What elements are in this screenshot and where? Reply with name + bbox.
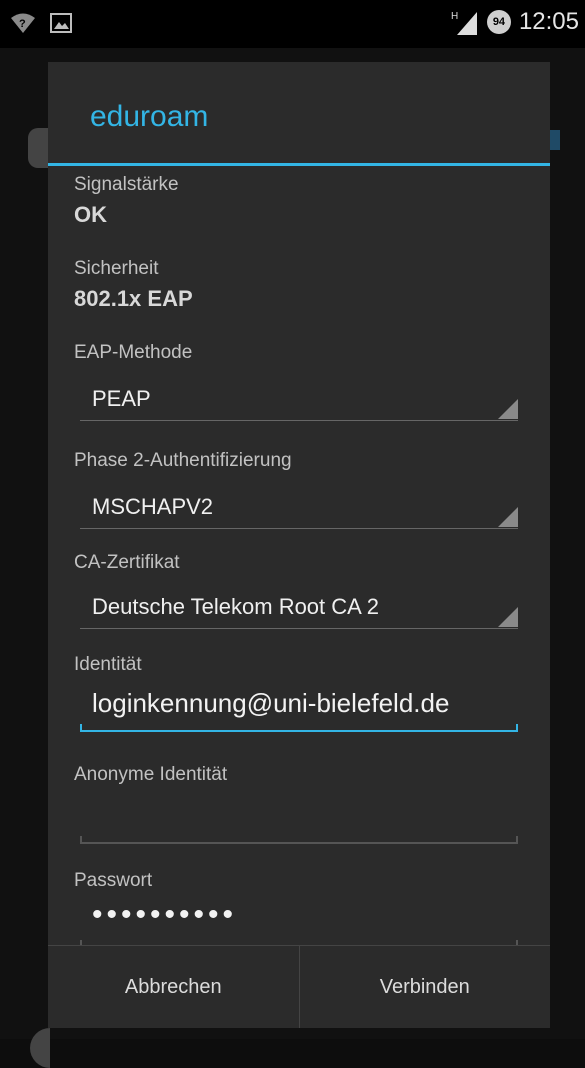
anonymous-identity-label: Anonyme Identität: [74, 764, 228, 785]
eap-method-value: PEAP: [92, 386, 151, 411]
phase2-value: MSCHAPV2: [92, 494, 214, 519]
dialog-button-bar: Abbrechen Verbinden: [48, 945, 550, 1028]
eap-method-label: EAP-Methode: [74, 342, 193, 363]
signal-value: OK: [74, 202, 107, 227]
battery-icon: 94: [486, 10, 511, 34]
connect-button[interactable]: Verbinden: [298, 946, 551, 1028]
security-label: Sicherheit: [74, 258, 159, 279]
identity-value: loginkennung@uni-bielefeld.de: [92, 688, 450, 718]
password-value: ••••••••••: [92, 898, 238, 931]
password-label: Passwort: [74, 870, 153, 891]
wifi-config-dialog: eduroam Signalstärke OK Sicherheit 802.1…: [48, 62, 550, 1028]
battery-level: 94: [492, 16, 506, 28]
dropdown-triangle-icon: [498, 399, 518, 419]
security-value: 802.1x EAP: [74, 286, 193, 311]
dropdown-triangle-icon: [498, 607, 518, 627]
dialog-scroll-content[interactable]: Signalstärke OK Sicherheit 802.1x EAP EA…: [48, 166, 550, 946]
settings-gear-icon: [28, 128, 50, 168]
eap-method-spinner[interactable]: PEAP: [80, 380, 518, 421]
identity-label: Identität: [74, 654, 142, 675]
dropdown-triangle-icon: [498, 507, 518, 527]
password-field[interactable]: ••••••••••: [80, 898, 518, 946]
clock: 12:05: [518, 8, 579, 35]
anonymous-identity-field[interactable]: [80, 794, 518, 844]
backdrop-accent: [550, 130, 560, 150]
cancel-button[interactable]: Abbrechen: [48, 946, 299, 1028]
ca-certificate-spinner[interactable]: Deutsche Telekom Root CA 2: [80, 588, 518, 629]
wifi-question-icon: ?: [11, 13, 35, 33]
ca-certificate-value: Deutsche Telekom Root CA 2: [92, 594, 379, 619]
image-notification-icon: [50, 13, 72, 33]
svg-text:H: H: [451, 11, 458, 22]
signal-label: Signalstärke: [74, 174, 179, 195]
signal-icon: H: [451, 11, 477, 35]
ca-certificate-label: CA-Zertifikat: [74, 552, 180, 573]
dialog-title-bar: eduroam: [48, 62, 550, 166]
phase2-label: Phase 2-Authentifizierung: [74, 450, 292, 471]
svg-text:?: ?: [19, 18, 26, 30]
status-bar: ? H 94 12:05: [0, 0, 585, 48]
dialog-title: eduroam: [90, 100, 209, 133]
backdrop-round-icon: [30, 1028, 50, 1068]
identity-field[interactable]: loginkennung@uni-bielefeld.de: [80, 682, 518, 732]
phase2-spinner[interactable]: MSCHAPV2: [80, 488, 518, 529]
